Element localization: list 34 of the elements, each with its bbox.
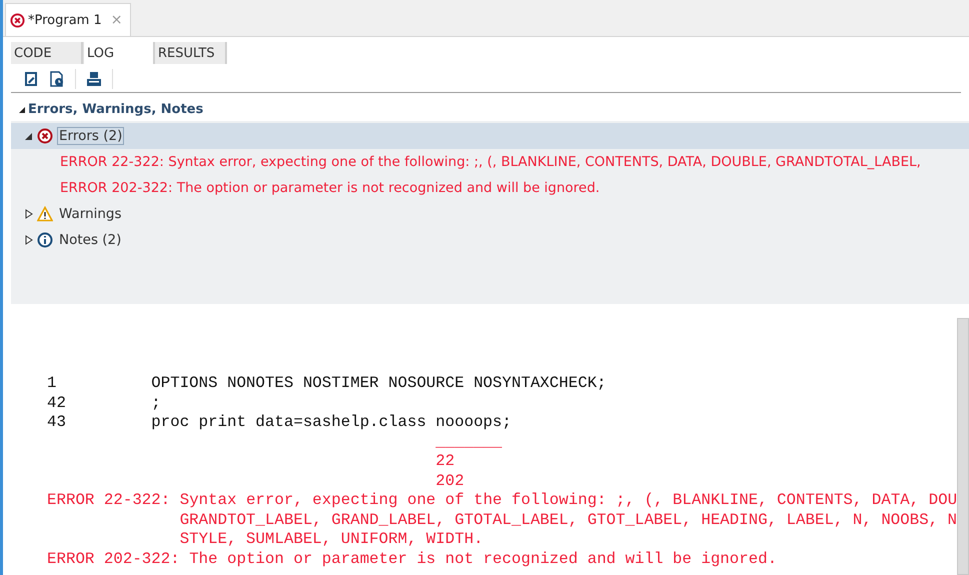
scrollbar[interactable]	[957, 318, 969, 575]
info-icon	[37, 232, 53, 248]
line-number: 42	[47, 394, 67, 413]
error-marker: 202	[436, 472, 464, 491]
collapse-arrow-icon[interactable]	[25, 131, 33, 141]
editor-tab[interactable]: *Program 1 ×	[5, 3, 130, 36]
error-icon	[37, 128, 53, 144]
error-marker: 22	[436, 452, 455, 472]
expand-arrow-icon[interactable]	[25, 235, 33, 245]
document-pen-icon[interactable]	[23, 71, 39, 87]
view-tab[interactable]: LOG	[83, 42, 155, 64]
code-line: ;	[151, 394, 161, 413]
tree-item[interactable]: Errors (2)	[57, 127, 124, 145]
view-tab[interactable]: RESULTS	[155, 42, 227, 64]
section-header[interactable]: Errors, Warnings, Notes	[3, 93, 969, 121]
log-error-line: ERROR 202-322: The option or parameter is not recognized and will be ignored.	[47, 550, 777, 569]
line-number: 1	[47, 374, 58, 394]
tree-item[interactable]: Notes (2)	[57, 231, 124, 249]
warning-icon	[37, 206, 53, 222]
printer-icon[interactable]	[86, 71, 102, 87]
tree-item[interactable]: Warnings	[57, 205, 124, 223]
log-error-line: STYLE, SUMLABEL, UNIFORM, WIDTH.	[180, 530, 484, 550]
error-message[interactable]: ERROR 202-322: The option or parameter is not recognized and will be ignored.	[11, 175, 969, 201]
expand-arrow-icon[interactable]	[25, 209, 33, 219]
code-line: OPTIONS NONOTES NOSTIMER NOSOURCE NOSYNTAXCHECK;	[151, 374, 606, 394]
error-marker: _______	[436, 432, 502, 452]
tab-title: *Program 1	[28, 12, 102, 28]
log-error-line: GRANDTOT_LABEL, GRAND_LABEL, GTOTAL_LABEL, GTOT_LABEL, HEADING, LABEL, N, NOOBS, N	[180, 510, 958, 530]
error-message[interactable]: ERROR 22-322: Syntax error, expecting one of the following: ;, (, BLANKLINE, CONTENTS, DATA, DOUBLE, GRANDTOTAL_LABEL,	[11, 149, 969, 175]
code-line: proc print data=sashelp.class noooops;	[151, 413, 512, 432]
line-number: 43	[47, 413, 67, 432]
log-error-line: ERROR 22-322: Syntax error, expecting one of the following: ;, (, BLANKLINE, CONTENTS, DATA, DOU	[47, 491, 958, 510]
view-tab[interactable]: CODE	[11, 42, 83, 64]
document-clock-icon[interactable]	[49, 71, 65, 87]
